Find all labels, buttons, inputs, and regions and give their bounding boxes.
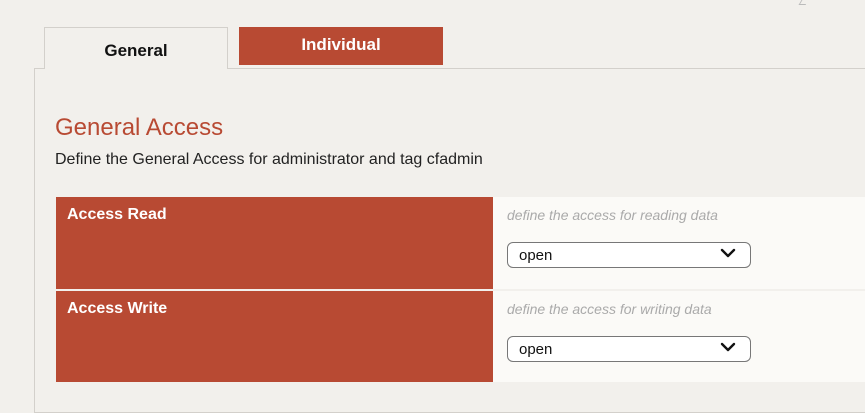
chevron-down-icon [720,342,736,352]
access-write-hint: define the access for writing data [507,301,712,317]
access-write-label: Access Write [56,290,493,384]
access-write-select[interactable]: open [507,336,751,362]
access-read-value: open [519,247,553,264]
access-read-control: define the access for reading data open [493,197,865,291]
access-write-row: Access Write define the access for writi… [56,290,865,384]
access-read-hint: define the access for reading data [507,207,718,223]
section-description: Define the General Access for administra… [55,151,483,168]
access-table: Access Read define the access for readin… [56,197,865,384]
access-write-value: open [519,341,553,358]
section-title: General Access [55,114,224,141]
access-read-select[interactable]: open [507,242,751,268]
top-edge [0,0,865,6]
access-write-control: define the access for writing data open [493,290,865,384]
access-read-label: Access Read [56,197,493,291]
tab-general[interactable]: General [44,27,228,69]
chevron-down-icon [720,248,736,258]
tab-individual[interactable]: Individual [239,27,443,65]
corner-mark [798,0,809,5]
access-read-row: Access Read define the access for readin… [56,197,865,291]
